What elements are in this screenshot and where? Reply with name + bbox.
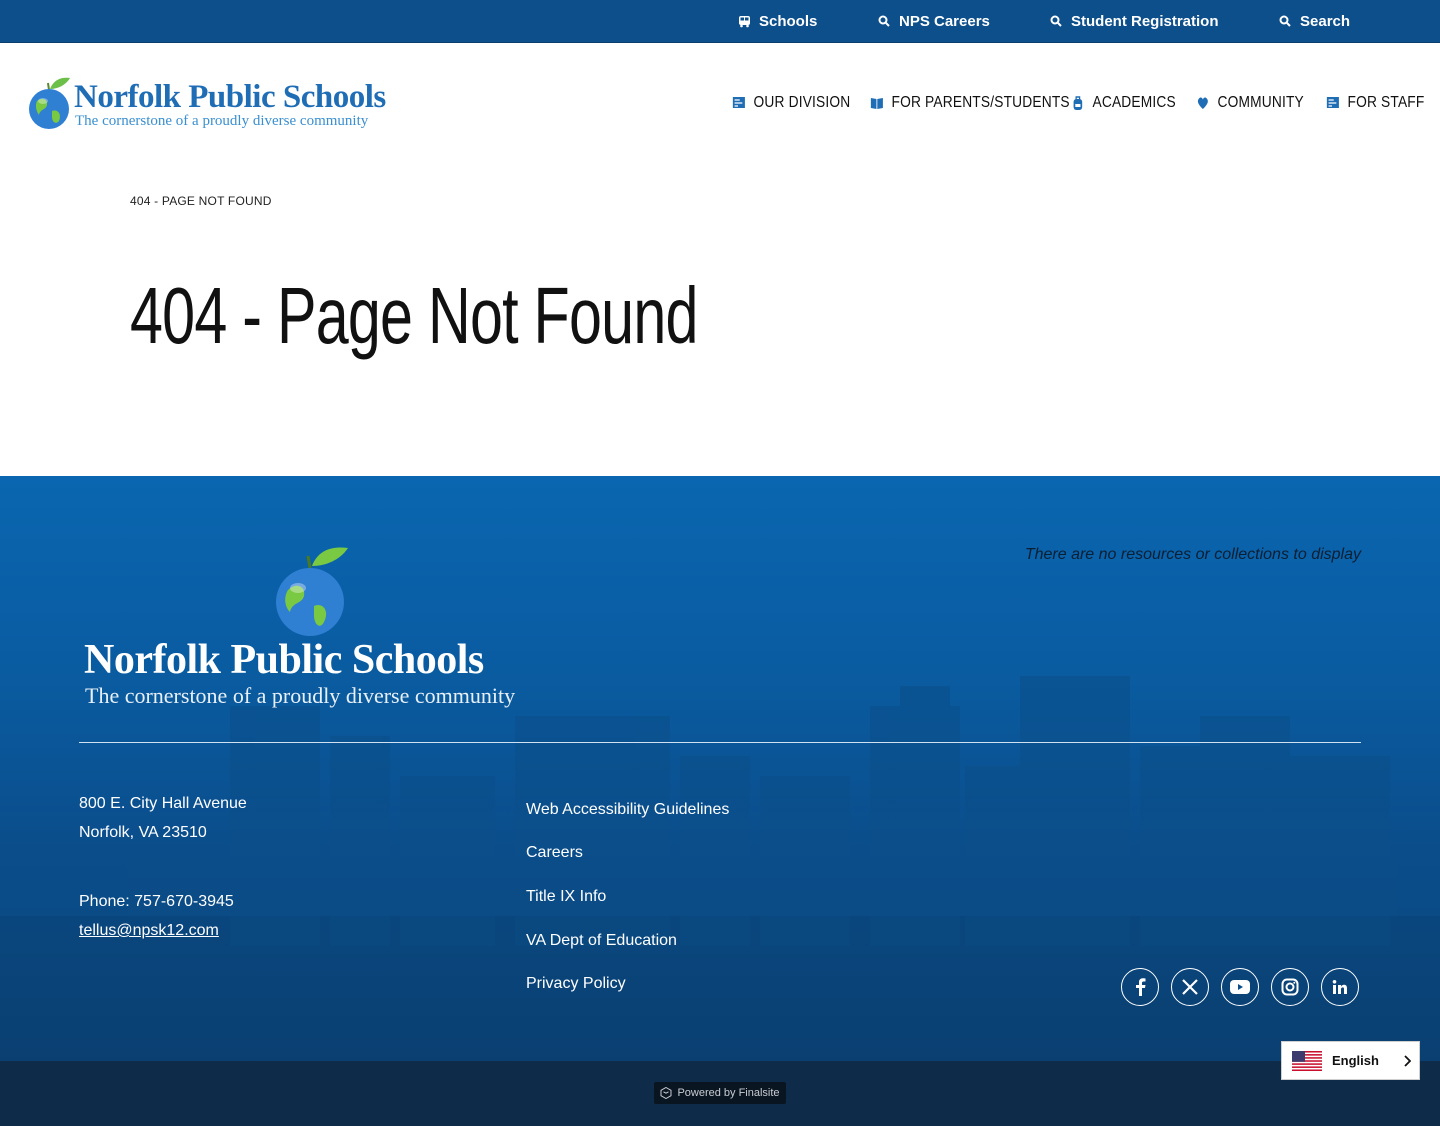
footer-phone[interactable]: Phone: 757-670-3945 bbox=[79, 887, 234, 916]
footer-logo-title: Norfolk Public Schools bbox=[84, 637, 484, 683]
nav-academics[interactable]: ACADEMICS bbox=[1071, 91, 1176, 115]
search-icon bbox=[1278, 14, 1292, 28]
utility-link-label: Schools bbox=[759, 12, 818, 30]
footer-email-link[interactable]: tellus@npsk12.com bbox=[79, 922, 219, 939]
nav-label: FOR PARENTS/STUDENTS bbox=[891, 94, 1070, 111]
x-icon[interactable] bbox=[1171, 968, 1209, 1006]
utility-search-button[interactable]: Search bbox=[1278, 0, 1350, 42]
backpack-icon bbox=[1073, 96, 1083, 110]
footer-link-va-dept-education[interactable]: VA Dept of Education bbox=[526, 932, 677, 950]
logo-tagline: The cornerstone of a proudly diverse com… bbox=[75, 113, 369, 129]
nav-label: COMMUNITY bbox=[1217, 94, 1304, 111]
facebook-icon[interactable] bbox=[1121, 968, 1159, 1006]
chevron-right-icon bbox=[1404, 1054, 1411, 1067]
book-icon bbox=[870, 98, 883, 109]
nav-label: ACADEMICS bbox=[1092, 94, 1176, 111]
nav-label: FOR STAFF bbox=[1347, 94, 1425, 111]
site-footer: Norfolk Public Schools The cornerstone o… bbox=[0, 476, 1440, 1061]
map-board-icon bbox=[1326, 97, 1339, 108]
heart-hands-icon bbox=[1197, 97, 1208, 109]
utility-link-student-registration[interactable]: Student Registration bbox=[1049, 0, 1219, 42]
youtube-icon[interactable] bbox=[1221, 968, 1259, 1006]
utility-link-label: Student Registration bbox=[1071, 12, 1219, 30]
footer-link-title-ix[interactable]: Title IX Info bbox=[526, 888, 606, 906]
apple-globe-icon bbox=[29, 77, 70, 129]
nav-community[interactable]: COMMUNITY bbox=[1196, 91, 1304, 115]
footer-bottom-bar: Powered by Finalsite bbox=[0, 1061, 1440, 1126]
address-line-2: Norfolk, VA 23510 bbox=[79, 824, 207, 841]
site-logo[interactable]: Norfolk Public Schools The cornerstone o… bbox=[28, 75, 418, 135]
nav-for-staff[interactable]: FOR STAFF bbox=[1326, 91, 1424, 115]
utility-link-nps-careers[interactable]: NPS Careers bbox=[877, 0, 990, 42]
utility-link-schools[interactable]: Schools bbox=[737, 0, 817, 42]
logo-title: Norfolk Public Schools bbox=[74, 79, 386, 115]
nav-label: OUR DIVISION bbox=[753, 94, 851, 111]
footer-link-web-accessibility[interactable]: Web Accessibility Guidelines bbox=[526, 801, 729, 819]
powered-by-finalsite-link[interactable]: Powered by Finalsite bbox=[654, 1082, 786, 1104]
finalsite-logo-icon bbox=[660, 1087, 672, 1099]
linkedin-icon[interactable] bbox=[1321, 968, 1359, 1006]
nav-for-parents-students[interactable]: FOR PARENTS/STUDENTS bbox=[870, 91, 1070, 115]
page-title: 404 - Page Not Found bbox=[130, 271, 698, 360]
nav-our-division[interactable]: OUR DIVISION bbox=[732, 91, 850, 115]
powered-by-label: Powered by Finalsite bbox=[677, 1087, 780, 1099]
footer-logo-tagline: The cornerstone of a proudly diverse com… bbox=[85, 683, 516, 708]
search-icon bbox=[877, 14, 891, 28]
footer-contact: Phone: 757-670-3945 tellus@npsk12.com bbox=[79, 887, 234, 945]
footer-link-privacy-policy[interactable]: Privacy Policy bbox=[526, 975, 626, 993]
language-selector[interactable]: English bbox=[1281, 1041, 1420, 1080]
utility-bar: Schools NPS Careers Student Registration… bbox=[0, 0, 1440, 43]
footer-logo[interactable]: Norfolk Public Schools The cornerstone o… bbox=[82, 540, 552, 710]
address-line-1: 800 E. City Hall Avenue bbox=[79, 795, 247, 812]
map-board-icon bbox=[732, 97, 745, 108]
utility-link-label: NPS Careers bbox=[899, 12, 990, 30]
utility-link-label: Search bbox=[1300, 12, 1351, 30]
school-bus-icon bbox=[737, 14, 751, 28]
site-header: Norfolk Public Schools The cornerstone o… bbox=[0, 43, 1440, 163]
instagram-icon[interactable] bbox=[1271, 968, 1309, 1006]
language-selected: English bbox=[1332, 1053, 1379, 1068]
us-flag-icon bbox=[1292, 1050, 1322, 1071]
apple-globe-icon bbox=[276, 547, 348, 636]
footer-divider bbox=[79, 742, 1361, 743]
resources-empty-message: There are no resources or collections to… bbox=[1024, 546, 1361, 563]
footer-address: 800 E. City Hall Avenue Norfolk, VA 2351… bbox=[79, 789, 247, 847]
breadcrumb: 404 - PAGE NOT FOUND bbox=[130, 194, 272, 208]
search-icon bbox=[1049, 14, 1063, 28]
footer-link-careers[interactable]: Careers bbox=[526, 844, 583, 862]
